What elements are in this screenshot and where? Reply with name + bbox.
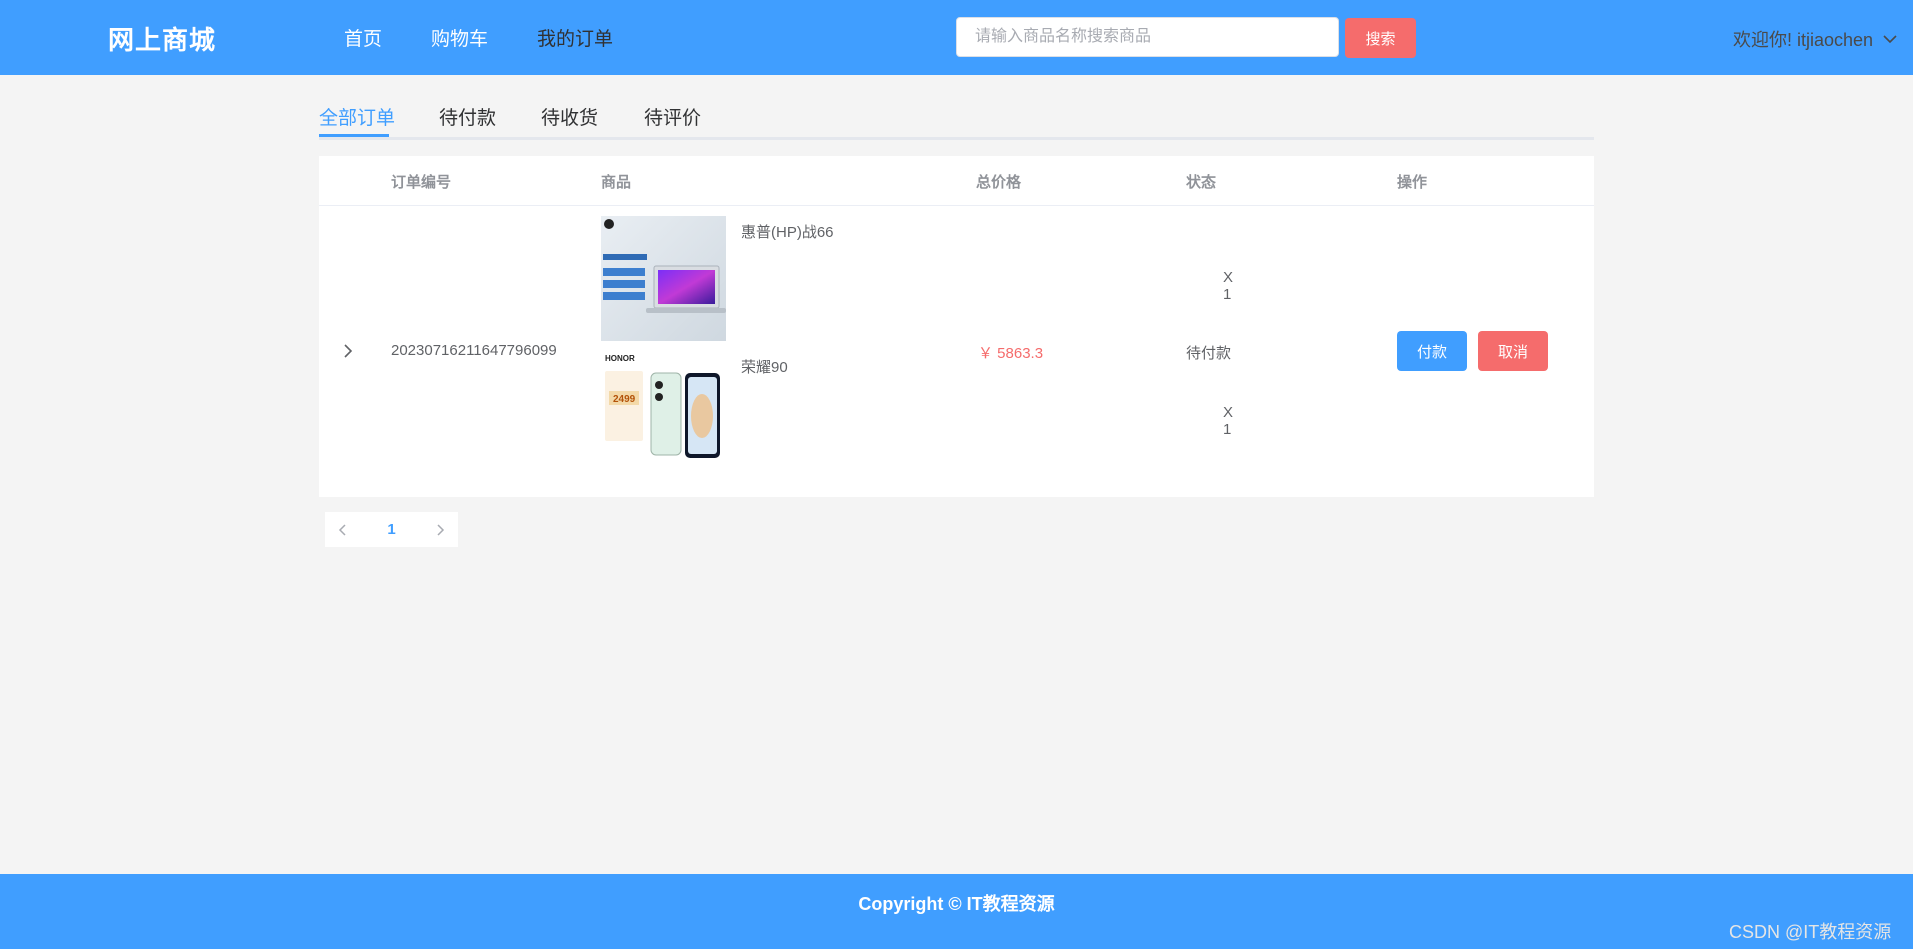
top-navbar: 网上商城 首页 购物车 我的订单 搜索 欢迎你! itjiaochen	[0, 0, 1913, 75]
tab-pending-payment[interactable]: 待付款	[439, 103, 496, 140]
footer: Copyright © IT教程资源	[0, 874, 1913, 949]
prev-page-button[interactable]	[325, 512, 361, 547]
product-image-laptop[interactable]	[601, 216, 726, 341]
pagination: 1	[325, 512, 458, 547]
copyright-text: Copyright © IT教程资源	[858, 894, 1055, 914]
watermark: CSDN @IT教程资源	[1729, 922, 1892, 942]
svg-text:HONOR: HONOR	[605, 354, 635, 363]
column-goods: 商品	[601, 174, 632, 191]
svg-text:2499: 2499	[613, 394, 636, 405]
product-name: 惠普(HP)战66	[741, 224, 834, 241]
column-status: 状态	[1186, 174, 1217, 191]
search-input[interactable]	[956, 17, 1339, 57]
pay-button[interactable]: 付款	[1397, 331, 1467, 371]
expand-row-icon[interactable]	[339, 342, 357, 360]
search-button[interactable]: 搜索	[1345, 18, 1416, 58]
chevron-down-icon	[1883, 35, 1897, 44]
product-quantity: X 1	[1223, 269, 1234, 303]
main-nav: 首页 购物车 我的订单	[344, 24, 662, 51]
page-number[interactable]: 1	[361, 521, 422, 538]
nav-cart[interactable]: 购物车	[431, 24, 488, 51]
product-image-phone[interactable]: HONOR 2499	[601, 351, 726, 476]
order-total-price: ￥ 5863.3	[978, 345, 1044, 362]
tab-pending-receipt[interactable]: 待收货	[541, 103, 598, 140]
column-total: 总价格	[976, 174, 1022, 191]
user-menu[interactable]: 欢迎你! itjiaochen	[1733, 26, 1899, 52]
orders-table: 订单编号 商品 总价格 状态 操作 20230716211647796099 惠…	[319, 156, 1594, 497]
order-number: 20230716211647796099	[391, 342, 557, 359]
table-header: 订单编号 商品 总价格 状态 操作	[319, 156, 1594, 206]
chevron-right-icon	[437, 523, 445, 536]
product-quantity: X 1	[1223, 404, 1234, 438]
tab-pending-review[interactable]: 待评价	[644, 103, 701, 140]
order-tabs: 全部订单 待付款 待收货 待评价	[319, 100, 1594, 140]
site-logo[interactable]: 网上商城	[108, 20, 216, 57]
column-order-no: 订单编号	[391, 174, 452, 191]
nav-my-orders[interactable]: 我的订单	[537, 24, 613, 51]
order-status: 待付款	[1186, 345, 1232, 362]
cancel-order-button[interactable]: 取消	[1478, 331, 1548, 371]
chevron-left-icon	[338, 523, 346, 536]
column-actions: 操作	[1397, 174, 1428, 191]
product-name: 荣耀90	[741, 359, 788, 376]
active-tab-indicator	[319, 134, 389, 137]
next-page-button[interactable]	[422, 512, 458, 547]
table-row: 20230716211647796099 惠普(HP)战66 X 1 HONOR…	[319, 206, 1594, 497]
nav-home[interactable]: 首页	[344, 24, 382, 51]
user-greeting: 欢迎你! itjiaochen	[1733, 30, 1874, 50]
